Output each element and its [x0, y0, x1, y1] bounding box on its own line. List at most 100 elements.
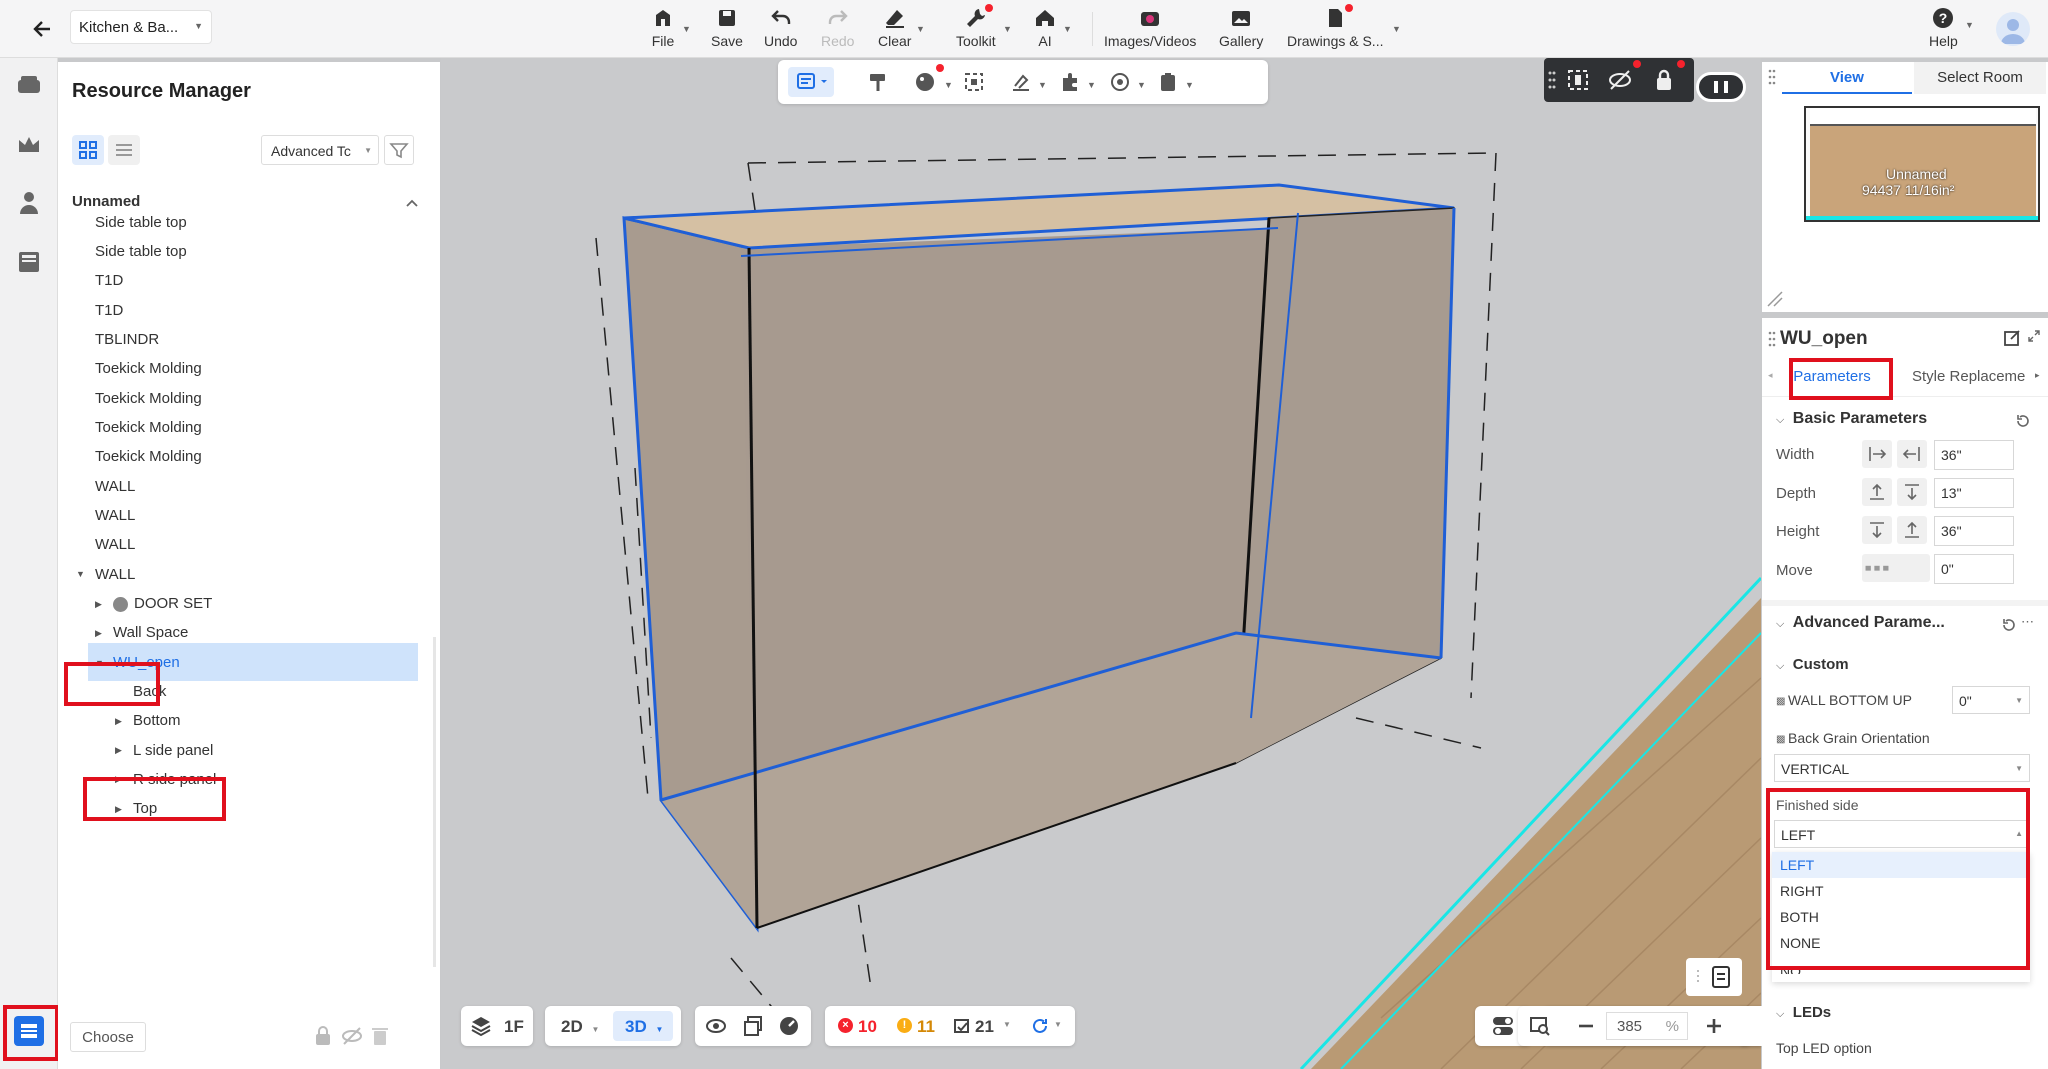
width-left-align-button[interactable] — [1862, 440, 1892, 468]
toolkit-button[interactable]: Toolkit — [956, 6, 996, 49]
tab-scroll-left-icon[interactable]: ◂ — [1768, 370, 1773, 381]
floor-selector[interactable]: 1F — [461, 1006, 533, 1046]
back-grain-select[interactable]: VERTICAL ▼ — [1774, 754, 2030, 782]
leds-header[interactable]: ⌵ LEDs — [1776, 1004, 1976, 1026]
tab-style-replacement[interactable]: Style Replaceme — [1912, 362, 2032, 392]
tree-item[interactable]: Toekick Molding — [95, 390, 202, 407]
tree-item[interactable]: T1D — [95, 302, 123, 319]
move-mode-button[interactable] — [1862, 554, 1930, 582]
tree-item[interactable]: TBLINDR — [95, 331, 159, 348]
more-icon[interactable]: ⋯ — [2021, 614, 2034, 630]
width-input[interactable]: 36" — [1934, 440, 2014, 470]
custom-header[interactable]: ⌵ Custom — [1776, 656, 1976, 678]
plugin-icon[interactable] — [1058, 70, 1082, 94]
lock-icon[interactable] — [1650, 66, 1678, 94]
project-selector[interactable]: Kitchen & Ba... ▼ — [70, 10, 212, 44]
reset-icon[interactable] — [2014, 412, 2032, 430]
drag-handle-icon[interactable] — [1768, 68, 1776, 86]
annotation-tool-button[interactable] — [788, 67, 834, 97]
collapsed-triangle-icon[interactable]: ▶ — [95, 628, 102, 639]
viewport-3d[interactable]: ▼ ▼ ▼ ▼ ▼ 1F 2D ▼ 3D ▼ × 10 ! 11 21 ▼ ▼ — [441, 58, 1761, 1069]
expanded-triangle-icon[interactable]: ▼ — [76, 569, 85, 579]
images-videos-button[interactable]: Images/Videos — [1104, 6, 1196, 49]
tree-item-door-set[interactable]: DOOR SET — [134, 595, 212, 612]
tree-item[interactable]: Side table top — [95, 214, 187, 231]
tree-item-wall-expanded[interactable]: WALL — [95, 566, 135, 583]
cube-stack-icon[interactable] — [741, 1014, 765, 1038]
list-view-button[interactable] — [108, 135, 140, 165]
eye-icon[interactable] — [704, 1014, 728, 1038]
report-button[interactable] — [1686, 958, 1742, 996]
gallery-button[interactable]: Gallery — [1219, 6, 1263, 49]
tree-item[interactable]: WALL — [95, 536, 135, 553]
select-box-icon[interactable] — [962, 70, 986, 94]
collapsed-triangle-icon[interactable]: ▶ — [115, 716, 122, 727]
height-input[interactable]: 36" — [1934, 516, 2014, 546]
clear-button[interactable]: Clear — [878, 6, 911, 49]
expand-icon[interactable] — [2026, 328, 2042, 344]
save-button[interactable]: Save — [711, 6, 743, 49]
drag-handle-icon[interactable] — [1768, 330, 1776, 348]
tree-scrollbar[interactable] — [433, 637, 436, 967]
material-palette-icon[interactable] — [913, 70, 937, 94]
tree-item[interactable]: WALL — [95, 507, 135, 524]
render-gauge-icon[interactable] — [777, 1014, 801, 1038]
depth-front-button[interactable] — [1862, 478, 1892, 506]
hide-eye-icon[interactable] — [1606, 66, 1634, 94]
drag-handle-icon[interactable] — [1547, 68, 1557, 92]
height-bottom-button[interactable] — [1897, 516, 1927, 544]
avatar[interactable] — [1996, 12, 2030, 46]
tree-item[interactable]: T1D — [95, 272, 123, 289]
wall-bottom-up-select[interactable]: 0" ▼ — [1952, 686, 2030, 714]
tree-item[interactable]: Side table top — [95, 243, 187, 260]
choose-button[interactable]: Choose — [70, 1022, 146, 1052]
undo-button[interactable]: Undo — [764, 6, 797, 49]
frame-select-icon[interactable] — [1564, 66, 1592, 94]
advanced-tools-select[interactable]: Advanced Tc ▼ — [261, 135, 379, 165]
sofa-icon[interactable] — [15, 72, 43, 100]
tree-item[interactable]: Toekick Molding — [95, 448, 202, 465]
paint-roller-icon[interactable] — [866, 70, 890, 94]
back-button[interactable] — [28, 16, 58, 42]
depth-back-button[interactable] — [1897, 478, 1927, 506]
width-right-align-button[interactable] — [1897, 440, 1927, 468]
refresh-icon[interactable] — [1030, 1016, 1050, 1036]
tree-item[interactable]: Toekick Molding — [95, 419, 202, 436]
minimap-canvas[interactable]: Unnamed 94437 11/16in² — [1804, 106, 2040, 222]
cabinet-icon[interactable] — [15, 248, 43, 276]
zoom-input[interactable]: 385 % — [1606, 1012, 1688, 1040]
clipboard-icon[interactable] — [1156, 70, 1180, 94]
view-3d-button[interactable]: 3D ▼ — [613, 1011, 673, 1041]
edit-icon[interactable] — [2002, 328, 2022, 348]
lock-icon[interactable] — [313, 1024, 333, 1048]
file-button[interactable]: File — [651, 6, 675, 49]
zoom-out-icon[interactable] — [1574, 1014, 1598, 1038]
pause-toggle[interactable] — [1696, 72, 1746, 102]
tree-item-bottom[interactable]: Bottom — [133, 712, 181, 729]
tree-item[interactable]: Toekick Molding — [95, 360, 202, 377]
tab-view[interactable]: View — [1782, 62, 1912, 94]
trash-icon[interactable] — [370, 1024, 390, 1048]
depth-input[interactable]: 13" — [1934, 478, 2014, 508]
person-icon[interactable] — [15, 188, 43, 216]
collapsed-triangle-icon[interactable]: ▶ — [115, 745, 122, 756]
hide-eye-icon[interactable] — [340, 1024, 364, 1048]
basic-parameters-header[interactable]: ⌵ Basic Parameters — [1776, 410, 2036, 434]
height-top-button[interactable] — [1862, 516, 1892, 544]
tree-item-l-side-panel[interactable]: L side panel — [133, 742, 213, 759]
tree-item-wall-space[interactable]: Wall Space — [113, 624, 188, 641]
redo-button[interactable]: Redo — [821, 6, 854, 49]
issues-status[interactable]: × 10 ! 11 21 ▼ ▼ — [825, 1006, 1075, 1046]
crown-icon[interactable] — [15, 130, 43, 158]
tab-scroll-right-icon[interactable]: ▸ — [2035, 370, 2040, 381]
advanced-parameters-header[interactable]: ⌵ Advanced Parame... ⋯ — [1776, 614, 2036, 638]
measure-icon[interactable] — [1009, 70, 1033, 94]
move-input[interactable]: 0" — [1934, 554, 2014, 584]
ai-button[interactable]: AI — [1033, 6, 1057, 49]
help-button[interactable]: ? Help — [1929, 6, 1958, 49]
drawings-button[interactable]: Drawings & S... — [1287, 6, 1383, 49]
filter-button[interactable] — [384, 135, 414, 165]
tree-item[interactable]: WALL — [95, 478, 135, 495]
reset-icon[interactable] — [2000, 616, 2018, 634]
collapsed-triangle-icon[interactable]: ▶ — [95, 599, 102, 610]
